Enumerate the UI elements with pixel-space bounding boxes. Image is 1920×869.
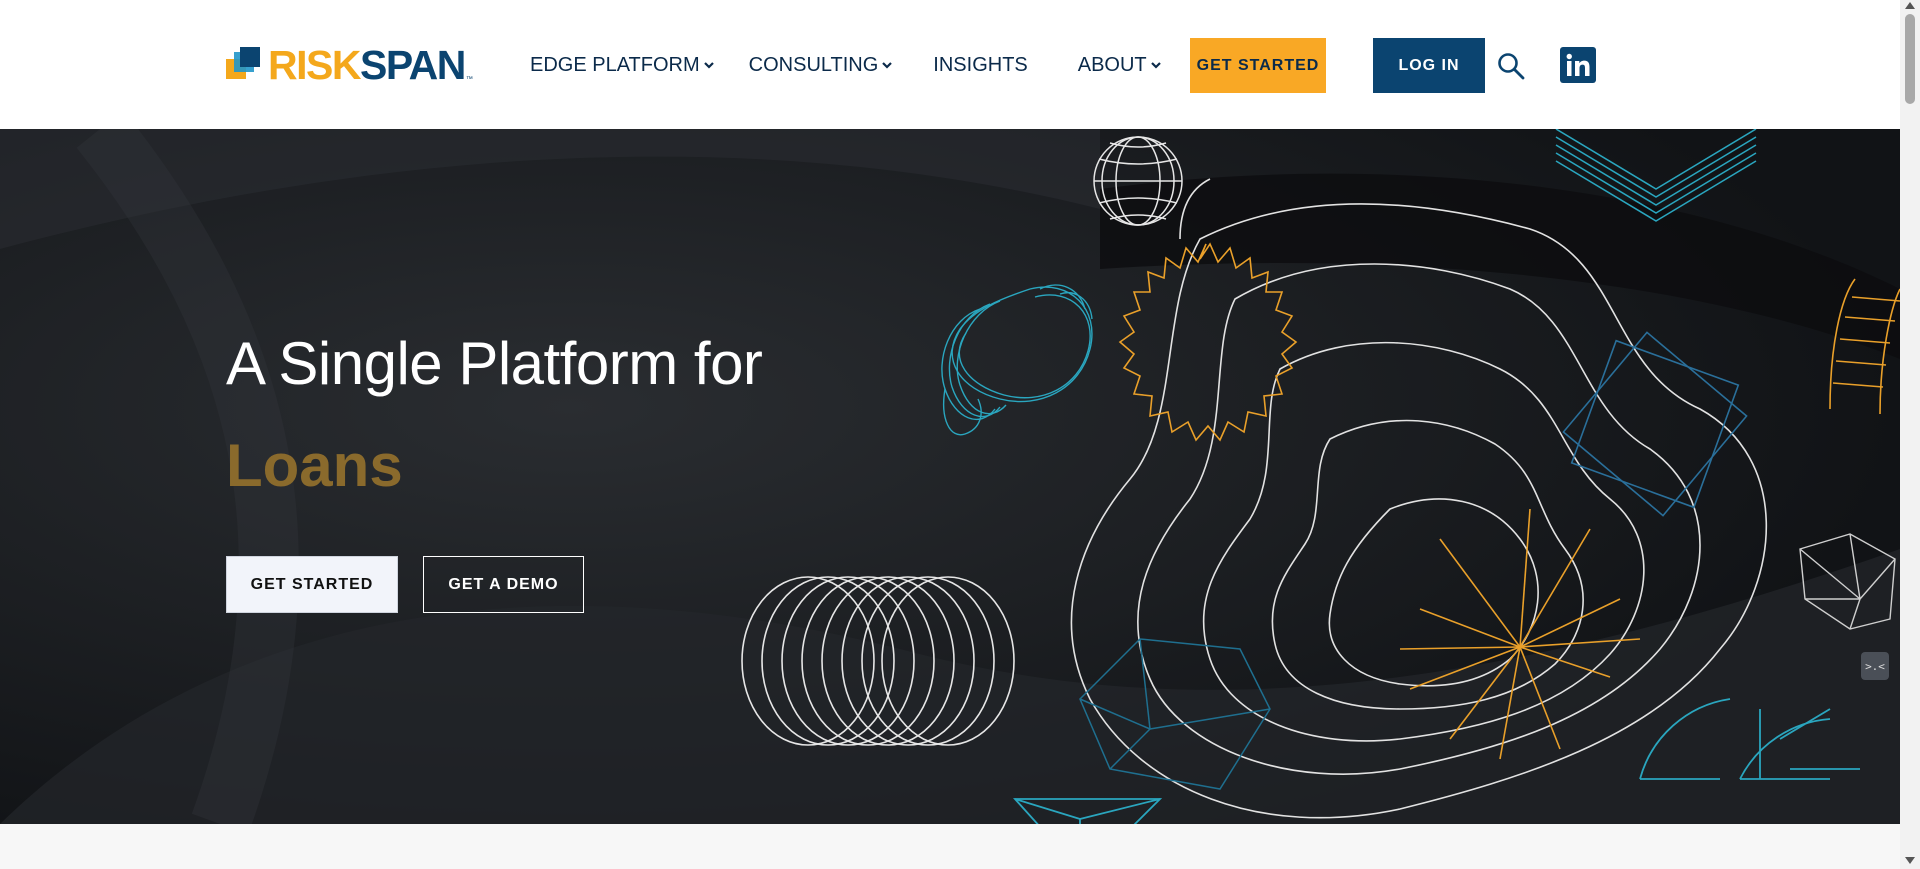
nav-item-insights[interactable]: INSIGHTS bbox=[933, 54, 1027, 77]
header-log-in-button[interactable]: LOG IN bbox=[1373, 38, 1485, 93]
header-get-started-button[interactable]: GET STARTED bbox=[1190, 38, 1326, 93]
chevron-down-icon bbox=[703, 62, 714, 69]
scroll-down-arrow-icon[interactable] bbox=[1905, 857, 1915, 864]
hero-section: A Single Platform for Loans GET STARTED … bbox=[0, 129, 1900, 824]
logo-mark-icon bbox=[226, 47, 262, 83]
logo-risk: RISK bbox=[268, 41, 361, 88]
chevron-down-icon bbox=[1150, 62, 1161, 69]
scrollbar-thumb[interactable] bbox=[1905, 14, 1915, 104]
nav-item-label: ABOUT bbox=[1077, 53, 1147, 76]
nav-item-label: CONSULTING bbox=[748, 53, 879, 76]
hero-get-started-button[interactable]: GET STARTED bbox=[226, 556, 398, 613]
linkedin-glyph-icon bbox=[1566, 53, 1590, 76]
logo-trademark: ™ bbox=[465, 76, 473, 83]
main-nav: EDGE PLATFORM CONSULTING INSIGHTS ABOUT bbox=[530, 50, 1162, 80]
site-header: RISKSPAN ™ EDGE PLATFORM CONSULTING INSI… bbox=[0, 0, 1900, 129]
logo-span: SPAN bbox=[359, 41, 466, 88]
hero-highlight-word: Loans bbox=[226, 432, 403, 499]
chevron-down-icon bbox=[882, 62, 893, 69]
linkedin-icon[interactable] bbox=[1560, 47, 1596, 83]
riskspan-logo[interactable]: RISKSPAN ™ bbox=[226, 41, 473, 88]
scroll-up-arrow-icon[interactable] bbox=[1905, 2, 1915, 9]
nav-item-about[interactable]: ABOUT bbox=[1078, 54, 1162, 77]
page-scrollbar[interactable] bbox=[1900, 0, 1920, 869]
logo-wordmark: RISKSPAN bbox=[268, 41, 466, 88]
hero-title: A Single Platform for bbox=[226, 330, 763, 397]
hero-get-a-demo-button[interactable]: GET A DEMO bbox=[423, 556, 584, 613]
nav-item-label: EDGE PLATFORM bbox=[530, 53, 700, 76]
nav-item-label: INSIGHTS bbox=[933, 53, 1028, 76]
nav-item-edge-platform[interactable]: EDGE PLATFORM bbox=[530, 54, 715, 77]
nav-item-consulting[interactable]: CONSULTING bbox=[749, 54, 894, 77]
search-icon[interactable] bbox=[1496, 51, 1526, 81]
chat-widget-button[interactable]: >.< bbox=[1861, 652, 1889, 680]
